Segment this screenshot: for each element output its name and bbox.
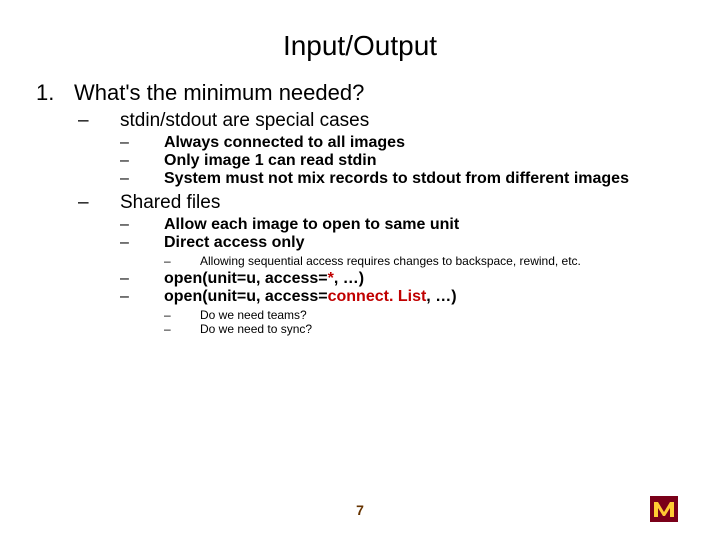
dash-icon: – <box>74 110 120 132</box>
code-post: , …) <box>426 288 456 305</box>
dash-icon: – <box>160 308 200 322</box>
slide: Input/Output 1. What's the minimum neede… <box>0 0 720 540</box>
dash-icon: – <box>116 170 164 188</box>
code-keyword: connect. List <box>328 288 427 305</box>
l4-text: Do we need teams? <box>200 308 307 322</box>
bullet-l3: – Only image 1 can read stdin <box>116 152 684 170</box>
l4-text: Allowing sequential access requires chan… <box>200 254 581 268</box>
dash-icon: – <box>116 288 164 306</box>
bullet-l1: 1. What's the minimum needed? <box>36 80 684 106</box>
logo-icon <box>650 496 678 522</box>
bullet-l3: – Direct access only <box>116 234 684 252</box>
bullet-l2: – stdin/stdout are special cases <box>74 110 684 132</box>
dash-icon: – <box>116 270 164 288</box>
bullet-l3: – Allow each image to open to same unit <box>116 216 684 234</box>
list-number: 1. <box>36 80 74 106</box>
l2-text: stdin/stdout are special cases <box>120 110 369 132</box>
dash-icon: – <box>160 254 200 268</box>
l4-text: Do we need to sync? <box>200 322 312 336</box>
bullet-l4: – Allowing sequential access requires ch… <box>160 254 684 268</box>
l2-text: Shared files <box>120 192 220 214</box>
bullet-l3: – open(unit=u, access=*, …) <box>116 270 684 288</box>
l3-text: Direct access only <box>164 234 305 252</box>
dash-icon: – <box>116 134 164 152</box>
l3-text: open(unit=u, access=*, …) <box>164 270 364 288</box>
l3-text: Allow each image to open to same unit <box>164 216 459 234</box>
l3-text: Always connected to all images <box>164 134 405 152</box>
code-post: , …) <box>334 270 364 287</box>
dash-icon: – <box>116 216 164 234</box>
dash-icon: – <box>116 152 164 170</box>
l1-text: What's the minimum needed? <box>74 80 364 106</box>
bullet-l3: – Always connected to all images <box>116 134 684 152</box>
dash-icon: – <box>160 322 200 336</box>
code-pre: open(unit=u, access= <box>164 270 328 287</box>
page-number: 7 <box>0 502 720 518</box>
slide-title: Input/Output <box>36 30 684 62</box>
bullet-l2: – Shared files <box>74 192 684 214</box>
bullet-l4: – Do we need teams? <box>160 308 684 322</box>
bullet-l4: – Do we need to sync? <box>160 322 684 336</box>
dash-icon: – <box>74 192 120 214</box>
dash-icon: – <box>116 234 164 252</box>
bullet-l3: – open(unit=u, access=connect. List, …) <box>116 288 684 306</box>
l3-text: Only image 1 can read stdin <box>164 152 377 170</box>
code-pre: open(unit=u, access= <box>164 288 328 305</box>
l3-text: System must not mix records to stdout fr… <box>164 170 629 188</box>
l3-text: open(unit=u, access=connect. List, …) <box>164 288 457 306</box>
bullet-l3: – System must not mix records to stdout … <box>116 170 684 188</box>
